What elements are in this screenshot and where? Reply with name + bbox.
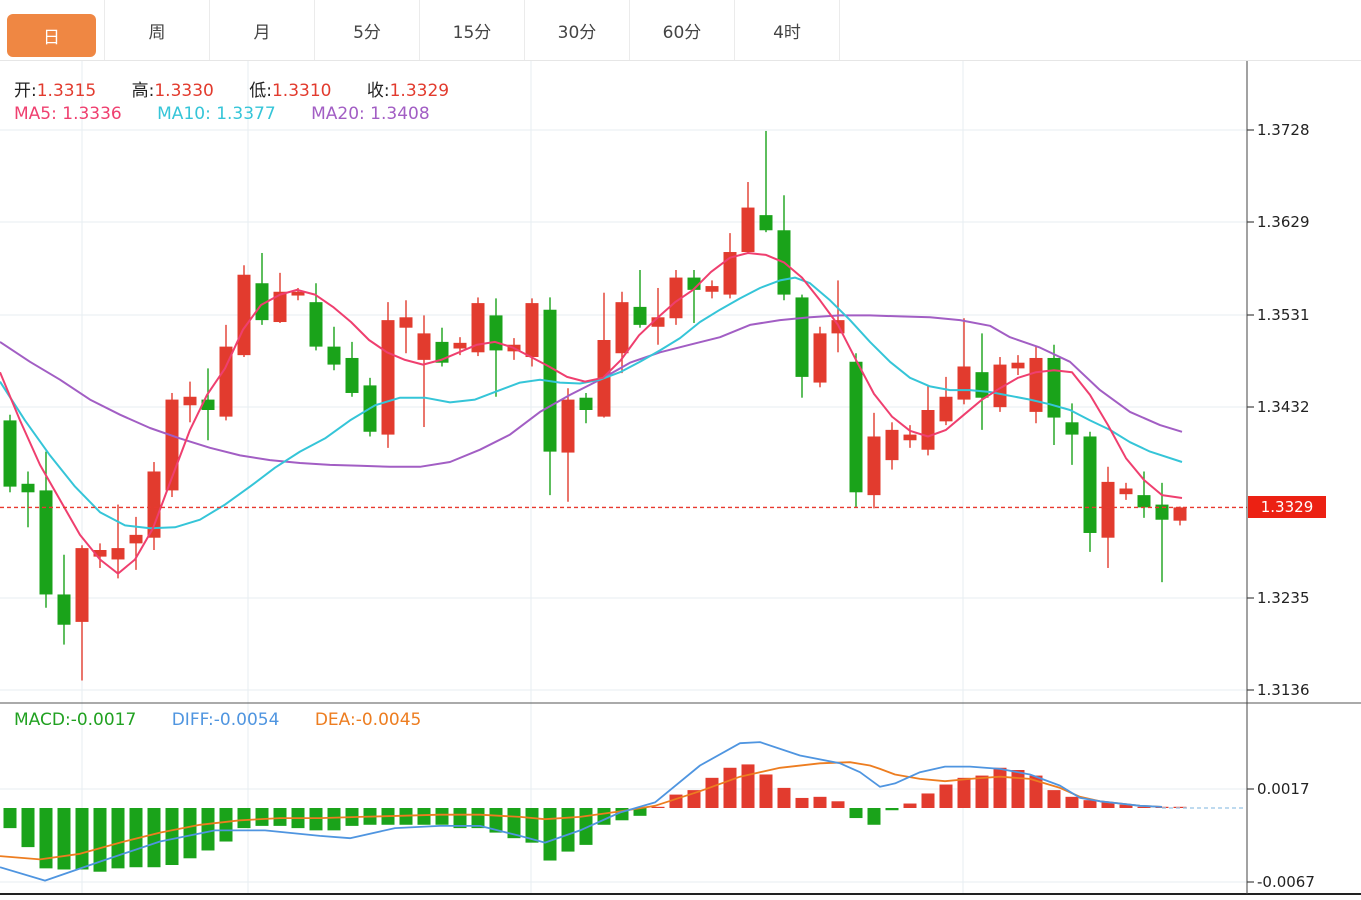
low-label: 低: xyxy=(249,81,272,101)
tab-30分[interactable]: 30分 xyxy=(525,0,630,60)
open-value: 1.3315 xyxy=(37,81,96,101)
tab-4时[interactable]: 4时 xyxy=(735,0,840,60)
high-value: 1.3330 xyxy=(154,81,213,101)
high-label: 高: xyxy=(132,81,155,101)
price-axis-tick-label: 1.3235 xyxy=(1257,589,1310,607)
low-value: 1.3310 xyxy=(272,81,331,101)
diff-value: -0.0054 xyxy=(214,710,280,730)
tab-5分[interactable]: 5分 xyxy=(315,0,420,60)
ma5-label: MA5: xyxy=(14,104,57,124)
ma20-value: 1.3408 xyxy=(370,104,429,124)
ma-legend: MA5: 1.3336 MA10: 1.3377 MA20: 1.3408 xyxy=(14,104,460,124)
close-value: 1.3329 xyxy=(390,81,449,101)
trading-chart-app: 日周月5分15分30分60分4时 开:1.3315 高:1.3330 低:1.3… xyxy=(0,0,1361,900)
macd-legend: MACD:-0.0017 DIFF:-0.0054 DEA:-0.0045 xyxy=(14,710,451,730)
price-axis-tick-label: 1.3728 xyxy=(1257,121,1310,139)
macd-label: MACD: xyxy=(14,710,71,730)
candlestick-chart-canvas[interactable] xyxy=(0,0,1361,900)
ma5-value: 1.3336 xyxy=(62,104,121,124)
close-label: 收: xyxy=(367,81,390,101)
price-axis-tick-label: 1.3136 xyxy=(1257,681,1310,699)
tab-月[interactable]: 月 xyxy=(210,0,315,60)
open-label: 开: xyxy=(14,81,37,101)
ma10-label: MA10: xyxy=(157,104,211,124)
macd-value: -0.0017 xyxy=(71,710,137,730)
last-price-badge: 1.3329 xyxy=(1248,496,1326,518)
price-axis-tick-label: 1.3629 xyxy=(1257,213,1310,231)
ma20-label: MA20: xyxy=(311,104,365,124)
active-tab-pill[interactable]: 日 xyxy=(7,14,96,57)
tab-15分[interactable]: 15分 xyxy=(420,0,525,60)
diff-label: DIFF: xyxy=(172,710,214,730)
price-axis-tick-label: 1.3531 xyxy=(1257,306,1310,324)
ma10-value: 1.3377 xyxy=(216,104,275,124)
tab-60分[interactable]: 60分 xyxy=(630,0,735,60)
macd-axis-tick-label: 0.0017 xyxy=(1257,780,1310,798)
ohlc-legend: 开:1.3315 高:1.3330 低:1.3310 收:1.3329 xyxy=(14,76,479,101)
tab-日[interactable]: 日 xyxy=(0,0,105,60)
price-axis-tick-label: 1.3432 xyxy=(1257,398,1310,416)
dea-label: DEA: xyxy=(315,710,356,730)
macd-axis-tick-label: -0.0067 xyxy=(1257,873,1315,891)
tab-周[interactable]: 周 xyxy=(105,0,210,60)
timeframe-tab-bar: 日周月5分15分30分60分4时 xyxy=(0,0,1361,61)
dea-value: -0.0045 xyxy=(356,710,422,730)
